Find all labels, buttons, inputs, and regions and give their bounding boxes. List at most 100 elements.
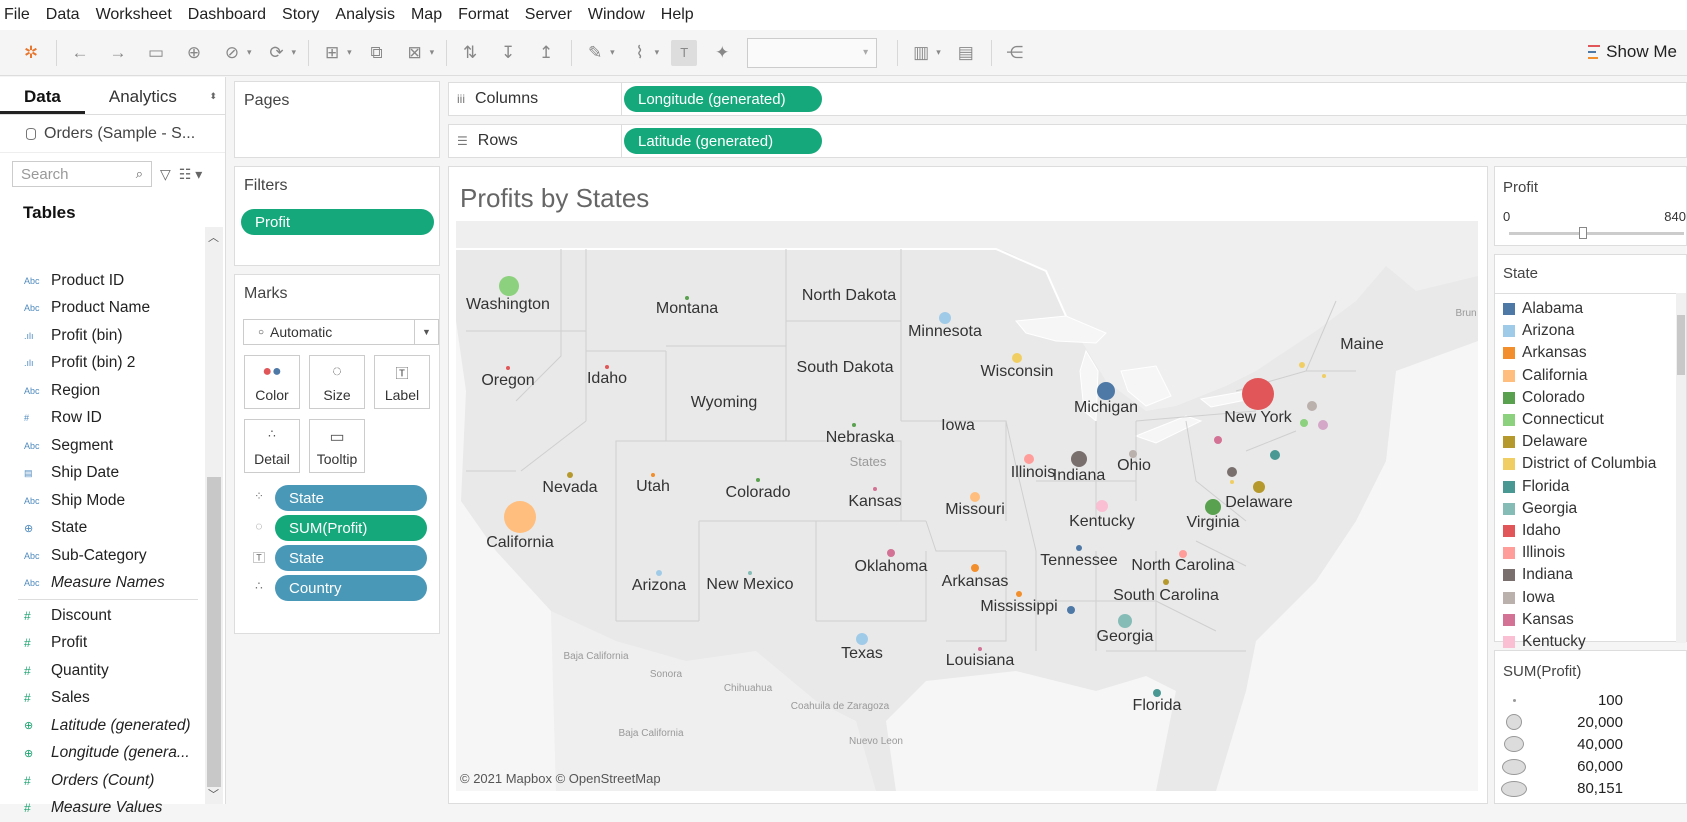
tab-data[interactable]: Data — [0, 77, 85, 114]
profit-bubble[interactable] — [504, 501, 536, 533]
profit-bubble[interactable] — [756, 478, 760, 482]
state-legend-item[interactable]: Iowa — [1495, 586, 1686, 608]
search-input[interactable]: Search ⌕ — [12, 161, 152, 187]
undo-icon[interactable]: ← — [67, 40, 93, 66]
state-legend-item[interactable]: Delaware — [1495, 431, 1686, 453]
profit-bubble[interactable] — [506, 366, 510, 370]
profit-bubble[interactable] — [1299, 362, 1305, 368]
marks-pill-state-label[interactable]: State — [275, 545, 427, 571]
field-item[interactable]: #Sales — [0, 685, 200, 713]
chevron-down-icon[interactable]: ▾ — [936, 47, 941, 58]
profit-bubble[interactable] — [499, 276, 519, 296]
menu-item-analysis[interactable]: Analysis — [335, 6, 395, 24]
field-list-scrollbar[interactable]: ︿ ﹀ — [205, 227, 223, 804]
scrollbar-thumb[interactable] — [207, 477, 221, 787]
state-legend-item[interactable]: Idaho — [1495, 520, 1686, 542]
field-item[interactable]: #Profit — [0, 630, 200, 658]
field-item[interactable]: ⊕Latitude (generated) — [0, 712, 200, 740]
menu-item-story[interactable]: Story — [282, 6, 319, 24]
state-legend-item[interactable]: Alabama — [1495, 298, 1686, 320]
profit-bubble[interactable] — [1205, 499, 1221, 515]
field-item[interactable]: #Row ID — [0, 405, 200, 433]
field-item[interactable]: ⊕State — [0, 515, 200, 543]
scrollbar-thumb[interactable] — [1677, 315, 1685, 375]
chevron-down-icon[interactable]: ▾ — [610, 47, 615, 58]
menu-item-server[interactable]: Server — [525, 6, 572, 24]
tableau-logo-icon[interactable]: ✲ — [18, 40, 44, 66]
profit-bubble[interactable] — [1153, 689, 1161, 697]
state-legend-scrollbar[interactable] — [1676, 293, 1686, 643]
field-item[interactable]: AbcSegment — [0, 432, 200, 460]
columns-pill-longitude[interactable]: Longitude (generated) — [624, 86, 822, 112]
pause-updates-icon[interactable]: ⊘ — [219, 40, 245, 66]
menu-item-window[interactable]: Window — [588, 6, 645, 24]
profit-bubble[interactable] — [1076, 545, 1082, 551]
fit-dropdown[interactable]: ▾ — [747, 38, 877, 68]
chevron-down-icon[interactable]: ▾ — [347, 47, 352, 58]
sort-descending-icon[interactable]: ↥ — [533, 40, 559, 66]
profit-bubble[interactable] — [605, 365, 609, 369]
profit-bubble[interactable] — [1270, 450, 1280, 460]
profit-bubble[interactable] — [1071, 451, 1087, 467]
marks-pill-state-color[interactable]: State — [275, 485, 427, 511]
chevron-updown-icon[interactable]: ⬍ — [209, 91, 217, 114]
duplicate-sheet-icon[interactable]: ⧉ — [364, 40, 390, 66]
rows-pill-latitude[interactable]: Latitude (generated) — [624, 128, 822, 154]
profit-bubble[interactable] — [1227, 467, 1237, 477]
sort-ascending-icon[interactable]: ↧ — [495, 40, 521, 66]
profit-bubble[interactable] — [1230, 480, 1234, 484]
menu-item-file[interactable]: File — [4, 6, 30, 24]
profit-filter-slider-track[interactable] — [1509, 232, 1684, 235]
profit-bubble[interactable] — [971, 564, 979, 572]
state-legend-item[interactable]: Indiana — [1495, 564, 1686, 586]
state-legend-item[interactable]: Arizona — [1495, 320, 1686, 342]
save-icon[interactable]: ▭ — [143, 40, 169, 66]
chevron-down-icon[interactable]: ▾ — [655, 47, 660, 58]
mark-type-dropdown[interactable]: ○ Automatic ▼ — [243, 319, 439, 345]
group-members-icon[interactable]: ⌇ — [627, 40, 653, 66]
show-cards-icon[interactable]: ▥ — [908, 40, 934, 66]
marks-pill-country[interactable]: Country — [275, 575, 427, 601]
state-legend-item[interactable]: Illinois — [1495, 542, 1686, 564]
field-item[interactable]: #Discount — [0, 602, 200, 630]
show-mark-labels-icon[interactable]: T — [671, 40, 697, 66]
menu-item-data[interactable]: Data — [46, 6, 80, 24]
profit-bubble[interactable] — [1300, 419, 1308, 427]
map-view[interactable]: StatesBaja CaliforniaSonoraChihuahuaCoah… — [456, 221, 1478, 791]
profit-bubble[interactable] — [856, 633, 868, 645]
share-icon[interactable]: ⋲ — [1002, 40, 1028, 66]
profit-bubble[interactable] — [1016, 591, 1022, 597]
profit-bubble[interactable] — [1322, 374, 1326, 378]
profit-bubble[interactable] — [748, 571, 752, 575]
columns-shelf[interactable]: iiiColumns Longitude (generated) — [448, 82, 1687, 116]
profit-bubble[interactable] — [852, 423, 856, 427]
field-item[interactable]: ▤Ship Date — [0, 460, 200, 488]
profit-bubble[interactable] — [567, 472, 573, 478]
profit-bubble[interactable] — [978, 647, 982, 651]
detail-button[interactable]: ∴ Detail — [244, 419, 300, 473]
field-item[interactable]: #Orders (Count) — [0, 767, 200, 795]
field-item[interactable]: .ılıProfit (bin) 2 — [0, 350, 200, 378]
field-item[interactable]: AbcMeasure Names — [0, 570, 200, 598]
state-legend-item[interactable]: Georgia — [1495, 498, 1686, 520]
field-item[interactable]: #Quantity — [0, 657, 200, 685]
profit-bubble[interactable] — [1318, 420, 1328, 430]
profit-bubble[interactable] — [1163, 579, 1169, 585]
chevron-down-icon[interactable]: ▾ — [292, 47, 297, 58]
filter-pill-profit[interactable]: Profit — [241, 209, 434, 235]
chevron-down-icon[interactable]: ▾ — [247, 47, 252, 58]
profit-bubble[interactable] — [1067, 606, 1075, 614]
profit-bubble[interactable] — [1096, 500, 1108, 512]
datasource-item[interactable]: Orders (Sample - S... — [0, 115, 225, 153]
state-legend-item[interactable]: Connecticut — [1495, 409, 1686, 431]
field-item[interactable]: AbcRegion — [0, 377, 200, 405]
rows-shelf[interactable]: ☰Rows Latitude (generated) — [448, 124, 1687, 158]
state-legend-item[interactable]: Arkansas — [1495, 342, 1686, 364]
state-legend-item[interactable]: California — [1495, 365, 1686, 387]
profit-bubble[interactable] — [1012, 353, 1022, 363]
field-item[interactable]: #Measure Values — [0, 795, 200, 822]
tooltip-button[interactable]: ▭ Tooltip — [309, 419, 365, 473]
field-item[interactable]: .ılıProfit (bin) — [0, 322, 200, 350]
profit-bubble[interactable] — [1242, 378, 1274, 410]
profit-bubble[interactable] — [656, 570, 662, 576]
